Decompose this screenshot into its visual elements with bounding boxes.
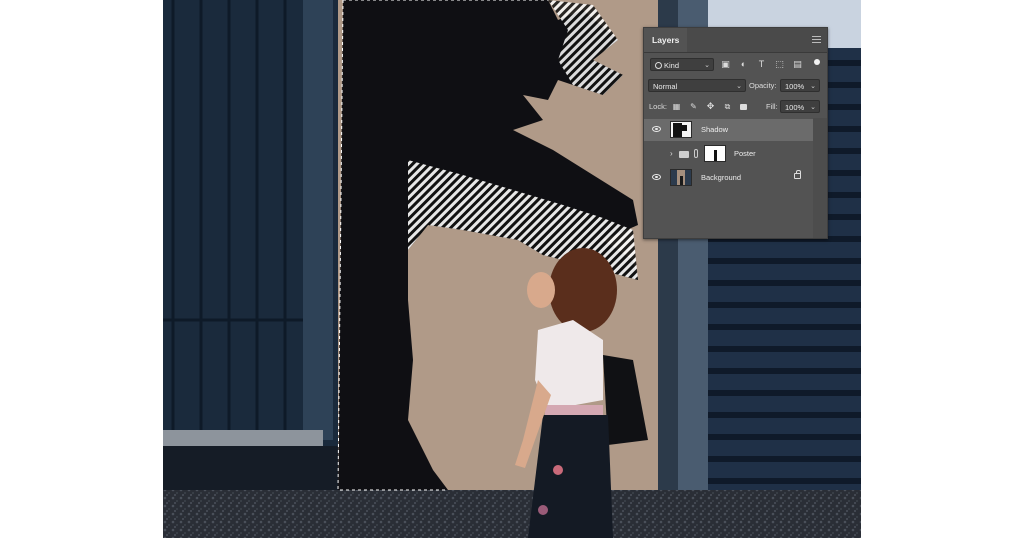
smart-object-filter-icon[interactable]: ▤: [792, 58, 803, 71]
link-icon: [694, 149, 698, 158]
chevron-down-icon: ⌄: [736, 83, 742, 90]
layer-row-background[interactable]: Background: [644, 167, 827, 189]
layers-scrollbar[interactable]: [813, 118, 827, 238]
chevron-right-icon[interactable]: ›: [670, 149, 673, 158]
panel-menu-icon[interactable]: [812, 36, 821, 43]
lock-icon: [794, 170, 802, 179]
fill-label: Fill:: [766, 102, 778, 111]
eye-icon[interactable]: [652, 174, 661, 180]
layer-row-shadow[interactable]: Shadow: [644, 119, 813, 141]
fill-value: 100%: [785, 103, 805, 112]
lock-pixels-icon[interactable]: ✎: [688, 100, 699, 113]
image-filter-icon[interactable]: ▣: [720, 58, 731, 71]
type-filter-icon[interactable]: T: [756, 58, 767, 71]
lock-label: Lock:: [649, 102, 667, 111]
lock-row: Lock: ▦ ✎ ✥ ⧉ Fill: 100% ⌄: [644, 100, 827, 113]
chevron-down-icon: ⌄: [704, 62, 710, 69]
kind-filter-dropdown[interactable]: Kind ⌄: [650, 58, 714, 71]
layers-panel: Layers Kind ⌄ ▣ ◐ T ⬚ ▤ Normal ⌄ Opacity…: [643, 27, 828, 239]
layer-mask-thumbnail: [704, 145, 726, 162]
chevron-down-icon: ⌄: [810, 104, 816, 111]
folder-icon: [679, 151, 689, 158]
filter-row: Kind ⌄ ▣ ◐ T ⬚ ▤: [644, 58, 827, 71]
filter-toggle[interactable]: [814, 59, 820, 65]
ground: [163, 490, 861, 538]
blend-mode-value: Normal: [653, 82, 678, 91]
layer-thumbnail: [670, 121, 692, 138]
fill-input[interactable]: 100% ⌄: [780, 100, 820, 113]
layer-name[interactable]: Shadow: [701, 119, 728, 141]
tab-layers[interactable]: Layers: [644, 28, 688, 52]
layer-thumbnail: [670, 169, 692, 186]
opacity-input[interactable]: 100% ⌄: [780, 79, 820, 92]
blend-row: Normal ⌄ Opacity: 100% ⌄: [644, 79, 827, 92]
blend-mode-dropdown[interactable]: Normal ⌄: [648, 79, 746, 92]
panel-tab-bar: Layers: [644, 28, 827, 53]
lock-artboard-icon[interactable]: ⧉: [722, 100, 733, 113]
opacity-label: Opacity:: [749, 81, 777, 90]
lock-transparency-icon[interactable]: ▦: [671, 100, 682, 113]
opacity-value: 100%: [785, 82, 805, 91]
layer-name[interactable]: Background: [701, 167, 741, 189]
shape-filter-icon[interactable]: ⬚: [774, 58, 785, 71]
lock-position-icon[interactable]: ✥: [705, 100, 716, 113]
eye-icon[interactable]: [652, 126, 661, 132]
search-icon: [655, 62, 662, 69]
adjustment-filter-icon[interactable]: ◐: [738, 58, 749, 71]
layer-name[interactable]: Poster: [734, 143, 756, 165]
layer-row-poster[interactable]: › Poster: [644, 143, 827, 165]
chevron-down-icon: ⌄: [810, 83, 816, 90]
lock-all-icon[interactable]: [738, 100, 749, 113]
kind-filter-label: Kind: [664, 61, 680, 70]
lock-icon: [740, 104, 747, 110]
